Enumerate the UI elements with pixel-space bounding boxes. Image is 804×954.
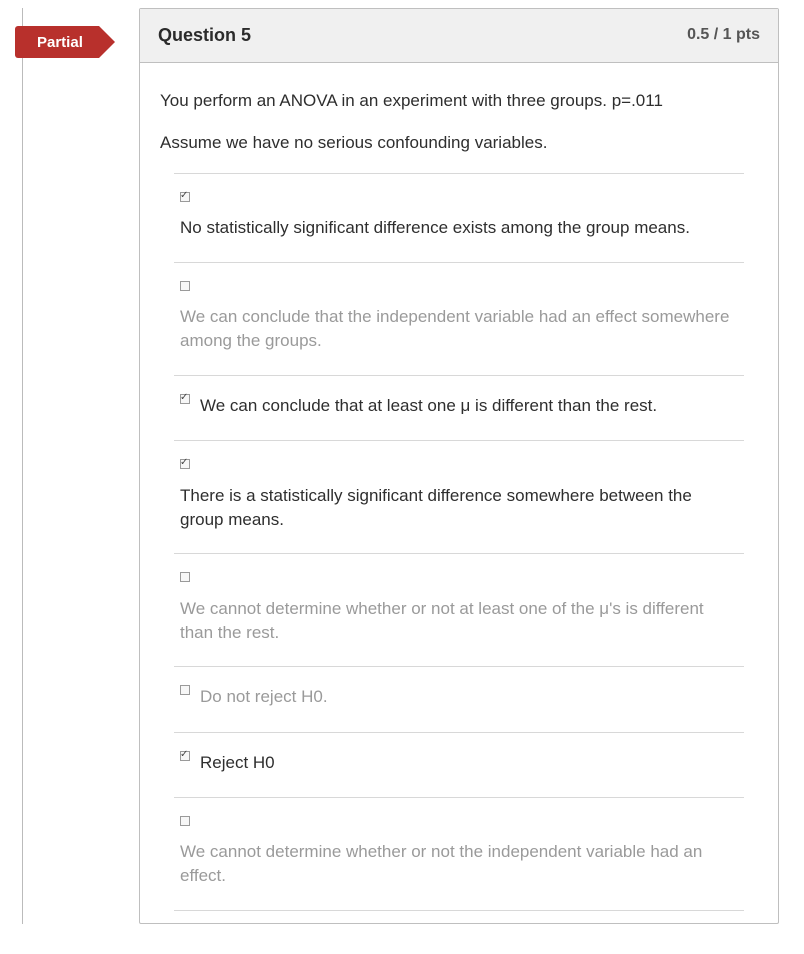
question-box: Question 5 0.5 / 1 pts You perform an AN… [139, 8, 779, 924]
answer-checkbox [180, 192, 190, 202]
answer-text: Do not reject H0. [200, 687, 328, 706]
answer-text: No statistically significant difference … [180, 216, 738, 240]
answer-row: Do not reject H0. [174, 666, 744, 731]
checkbox-row [180, 281, 738, 303]
answer-text: We can conclude that at least one μ is d… [200, 396, 657, 415]
answer-row: There is a statistically significant dif… [174, 440, 744, 553]
answer-row: We can conclude that at least one μ is d… [174, 375, 744, 440]
answer-row: No statistically significant difference … [174, 173, 744, 262]
question-body: You perform an ANOVA in an experiment wi… [140, 63, 778, 923]
grade-badge: Partial [15, 26, 99, 58]
question-header: Question 5 0.5 / 1 pts [140, 9, 778, 63]
quiz-left-rule: Partial Question 5 0.5 / 1 pts You perfo… [22, 8, 804, 924]
grade-badge-label: Partial [37, 32, 83, 53]
answer-text: We cannot determine whether or not at le… [180, 597, 738, 645]
answer-text: We cannot determine whether or not the i… [180, 840, 738, 888]
answer-checkbox [180, 751, 190, 761]
answer-row: We can conclude that the independent var… [174, 262, 744, 375]
answer-text: There is a statistically significant dif… [180, 484, 738, 532]
question-title: Question 5 [158, 23, 251, 48]
checkbox-row [180, 816, 738, 838]
answer-checkbox [180, 459, 190, 469]
answer-checkbox [180, 572, 190, 582]
prompt-line-1: You perform an ANOVA in an experiment wi… [160, 89, 758, 113]
answer-list: No statistically significant difference … [160, 173, 758, 911]
answer-text: Reject H0 [200, 753, 275, 772]
answer-row: Reject H0 [174, 732, 744, 797]
answer-checkbox [180, 685, 190, 695]
checkbox-row [180, 459, 738, 481]
prompt-line-2: Assume we have no serious confounding va… [160, 131, 758, 155]
answer-text: We can conclude that the independent var… [180, 305, 738, 353]
checkbox-row [180, 572, 738, 594]
answer-checkbox [180, 816, 190, 826]
answer-checkbox [180, 281, 190, 291]
answer-row: We cannot determine whether or not at le… [174, 553, 744, 666]
answer-row: We cannot determine whether or not the i… [174, 797, 744, 911]
quiz-page: Partial Question 5 0.5 / 1 pts You perfo… [0, 0, 804, 954]
question-points: 0.5 / 1 pts [687, 24, 760, 46]
answer-checkbox [180, 394, 190, 404]
checkbox-row [180, 192, 738, 214]
